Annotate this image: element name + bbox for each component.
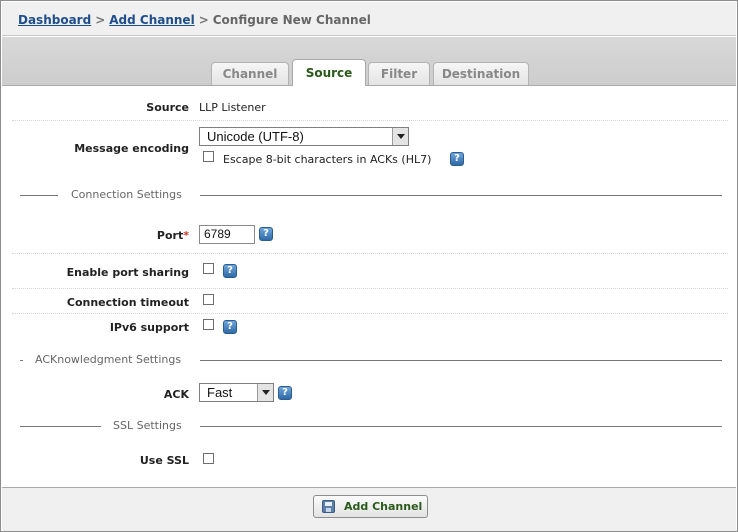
connection-settings-title: Connection Settings <box>71 188 182 201</box>
port-input[interactable]: 6789 <box>199 225 255 244</box>
ack-settings-title: ACKnowledgment Settings <box>35 353 182 366</box>
port-label: Port* <box>156 229 189 242</box>
port-sharing-label: Enable port sharing <box>66 266 189 279</box>
ack-select[interactable]: Fast <box>199 383 274 402</box>
tab-bar: Channel Source Filter Destination <box>2 37 736 86</box>
divider-line <box>20 360 23 361</box>
tab-channel[interactable]: Channel <box>211 62 289 85</box>
ipv6-checkbox[interactable] <box>203 319 214 330</box>
escape-8bit-checkbox[interactable] <box>203 151 214 162</box>
message-encoding-label: Message encoding <box>74 142 189 155</box>
save-disk-icon <box>322 500 335 513</box>
help-icon[interactable]: ? <box>450 152 464 166</box>
source-settings-form: Source LLP Listener Message encoding Uni… <box>2 87 736 487</box>
help-icon[interactable]: ? <box>223 320 237 334</box>
help-icon[interactable]: ? <box>278 386 292 400</box>
ack-selected: Fast <box>207 385 233 400</box>
help-icon[interactable]: ? <box>223 264 237 278</box>
source-label: Source <box>146 101 189 114</box>
add-channel-button-label: Add Channel <box>344 500 423 513</box>
breadcrumb-link-add-channel[interactable]: Add Channel <box>109 13 194 27</box>
divider-line <box>200 360 722 361</box>
port-row: Port* 6789 ? <box>12 219 728 254</box>
divider-line <box>200 195 722 196</box>
ssl-settings-divider: SSL Settings <box>20 419 722 433</box>
message-encoding-selected: Unicode (UTF-8) <box>207 129 304 144</box>
tab-source[interactable]: Source <box>292 59 366 86</box>
divider-line <box>20 426 101 427</box>
tab-filter[interactable]: Filter <box>368 62 430 85</box>
source-value: LLP Listener <box>199 101 266 114</box>
ipv6-row: IPv6 support ? <box>12 314 728 346</box>
source-row: Source LLP Listener <box>12 87 728 121</box>
breadcrumb-link-dashboard[interactable]: Dashboard <box>18 13 91 27</box>
message-encoding-row: Message encoding Unicode (UTF-8) Escape … <box>12 121 728 173</box>
connection-settings-divider: Connection Settings <box>20 188 722 202</box>
escape-8bit-label: Escape 8-bit characters in ACKs (HL7) <box>223 153 432 166</box>
port-sharing-checkbox[interactable] <box>203 263 214 274</box>
chevron-down-icon <box>257 384 273 401</box>
breadcrumb-separator: > <box>95 13 106 27</box>
message-encoding-select[interactable]: Unicode (UTF-8) <box>199 127 409 146</box>
tab-destination[interactable]: Destination <box>433 62 529 85</box>
connection-timeout-label: Connection timeout <box>66 296 189 309</box>
ssl-settings-title: SSL Settings <box>113 419 182 432</box>
breadcrumb-bar: Dashboard > Add Channel > Configure New Chan… <box>2 2 736 36</box>
use-ssl-checkbox[interactable] <box>203 453 214 464</box>
add-channel-button[interactable]: Add Channel <box>313 495 428 518</box>
app-window: Dashboard > Add Channel > Configure New Chan… <box>0 0 738 532</box>
connection-timeout-checkbox[interactable] <box>203 294 214 305</box>
help-icon[interactable]: ? <box>259 227 273 241</box>
ack-label: ACK <box>163 388 189 401</box>
use-ssl-label: Use SSL <box>139 454 189 467</box>
breadcrumb-separator: > <box>198 13 209 27</box>
ack-settings-divider: ACKnowledgment Settings <box>20 353 722 367</box>
divider-line <box>200 426 722 427</box>
use-ssl-row: Use SSL <box>12 443 728 477</box>
ack-row: ACK Fast ? <box>12 377 728 411</box>
chevron-down-icon <box>392 128 408 145</box>
breadcrumb: Dashboard > Add Channel > Configure New Chan… <box>18 13 371 27</box>
port-sharing-row: Enable port sharing ? <box>12 254 728 289</box>
required-marker: * <box>183 229 189 242</box>
divider-line <box>20 195 58 196</box>
footer-bar: Add Channel <box>2 487 736 531</box>
breadcrumb-current: Configure New Channel <box>212 13 371 27</box>
connection-timeout-row: Connection timeout <box>12 289 728 314</box>
ipv6-label: IPv6 support <box>109 321 189 334</box>
